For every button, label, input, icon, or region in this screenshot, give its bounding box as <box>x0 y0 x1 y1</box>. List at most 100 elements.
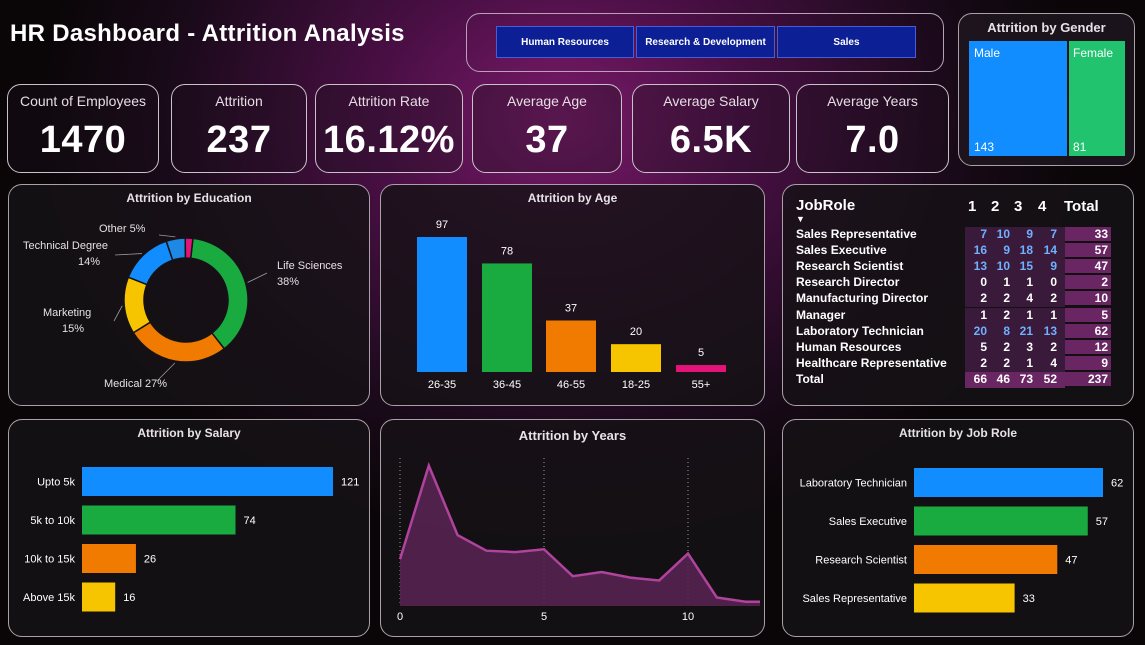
donut-leader-line <box>113 305 123 322</box>
donut-leader-line <box>158 234 176 238</box>
gender-female-tile[interactable]: Female 81 <box>1069 41 1125 156</box>
matrix-cell: 2 <box>1050 291 1057 306</box>
matrix-row: Healthcare Representative 2 2 1 4 9 <box>795 355 1115 372</box>
matrix-role-label: Research Director <box>796 275 900 290</box>
matrix-column-header: 4 <box>1038 198 1047 215</box>
matrix-role-label: Research Scientist <box>796 259 904 274</box>
years-area-fill <box>400 465 760 606</box>
matrix-cell: 4 <box>1050 355 1057 370</box>
matrix-cell: 9 <box>1050 259 1057 274</box>
age-bar[interactable] <box>676 365 726 372</box>
matrix-cell: 5 <box>980 339 987 354</box>
kpi-value: 237 <box>206 119 272 161</box>
matrix-role-label: Laboratory Technician <box>796 323 924 338</box>
donut-slice-life-sciences[interactable] <box>189 237 249 350</box>
salary-category-label: 5k to 10k <box>30 515 75 527</box>
donut-label-pct: 38% <box>277 276 299 288</box>
jobrole-bar[interactable] <box>914 545 1058 574</box>
slicer-button-sales[interactable]: Sales <box>777 26 916 58</box>
matrix-row: Human Resources 5 2 3 2 12 <box>795 339 1115 356</box>
kpi-label: Average Age <box>507 93 587 109</box>
gender-male-label: Male <box>974 46 1001 60</box>
age-bar[interactable] <box>611 344 661 372</box>
matrix-role-label: Manufacturing Director <box>796 291 929 306</box>
jobrole-category-label: Laboratory Technician <box>800 478 907 490</box>
attrition-by-education-panel: Attrition by Education Life Sciences 38% M… <box>8 184 370 406</box>
donut-slice-marketing[interactable] <box>123 276 152 334</box>
gender-female-value: 81 <box>1073 140 1087 154</box>
matrix-row: Research Director 0 1 1 0 2 <box>795 275 1115 292</box>
kpi-value: 7.0 <box>845 119 900 161</box>
donut-slice-medical[interactable] <box>132 321 226 363</box>
donut-label-name: Technical Degree <box>23 240 108 252</box>
donut-slice-technical-degree[interactable] <box>127 240 174 286</box>
matrix-cell: 2 <box>1003 291 1010 306</box>
salary-bar[interactable] <box>82 544 136 573</box>
age-category-label: 55+ <box>692 379 711 391</box>
matrix-cell: 1 <box>1026 355 1033 370</box>
matrix-cell: 1 <box>980 307 987 322</box>
matrix-row-total: 5 <box>1065 307 1111 322</box>
age-bar[interactable] <box>417 237 467 372</box>
slicer-button-research-development[interactable]: Research & Development <box>636 26 775 58</box>
donut-label-name: Marketing <box>43 307 91 319</box>
jobrole-bar[interactable] <box>914 468 1103 497</box>
donut-leader-line <box>247 272 268 283</box>
age-bar-value: 37 <box>565 303 577 315</box>
matrix-row-total: 62 <box>1065 323 1111 338</box>
donut-slice-below-college[interactable] <box>184 237 194 260</box>
kpi-average-salary: Average Salary 6.5K <box>632 84 790 173</box>
salary-bar[interactable] <box>82 467 333 496</box>
matrix-cell: 1 <box>1026 275 1033 290</box>
slicer-button-human-resources[interactable]: Human Resources <box>496 26 634 58</box>
kpi-label: Attrition Rate <box>348 93 430 109</box>
kpi-count-of-employees: Count of Employees 1470 <box>7 84 159 173</box>
matrix-cell: 7 <box>1050 227 1057 241</box>
years-area-chart: 0 5 10 <box>397 458 760 623</box>
matrix-row-total: 33 <box>1065 227 1111 241</box>
donut-label: Other 5% <box>99 223 146 235</box>
matrix-row-total: 2 <box>1065 275 1111 290</box>
sort-caret-icon[interactable]: ▼ <box>796 214 805 224</box>
matrix-cell: 2 <box>1003 339 1010 354</box>
department-slicer: Human Resources Research & Development S… <box>466 13 944 72</box>
education-donut-chart: Life Sciences 38% Medical 27% Marketing 15% T… <box>23 223 343 390</box>
panel-title: Attrition by Gender <box>987 20 1106 35</box>
matrix-row: Sales Representative 7 10 9 7 33 <box>795 227 1115 243</box>
kpi-attrition: Attrition 237 <box>171 84 307 173</box>
years-tick-label: 5 <box>541 611 547 623</box>
kpi-value: 16.12% <box>323 119 455 161</box>
matrix-header-jobrole: JobRole <box>796 197 856 214</box>
age-category-label: 46-55 <box>557 379 585 391</box>
matrix-cell: 3 <box>1026 339 1033 354</box>
jobrole-bar[interactable] <box>914 506 1088 536</box>
attrition-by-age-panel: Attrition by Age 97 26-35 78 36-45 37 46-55 20… <box>380 184 765 406</box>
matrix-cell: 9 <box>1003 243 1010 258</box>
matrix-total-label: Total <box>796 371 824 386</box>
matrix-role-label: Sales Representative <box>796 227 917 241</box>
jobrole-bar-value: 33 <box>1023 593 1035 605</box>
matrix-row-total: 47 <box>1065 259 1111 274</box>
kpi-label: Average Salary <box>663 93 759 109</box>
matrix-cell: 4 <box>1026 291 1033 306</box>
jobrole-bar-value: 57 <box>1096 516 1108 528</box>
age-bar[interactable] <box>546 320 596 372</box>
matrix-cell: 21 <box>1019 323 1033 338</box>
salary-bar-value: 26 <box>144 554 156 566</box>
jobrole-bar[interactable] <box>914 583 1015 613</box>
matrix-row: Research Scientist 13 10 15 9 47 <box>795 259 1115 276</box>
age-bar-value: 97 <box>436 219 448 231</box>
kpi-value: 1470 <box>39 119 127 161</box>
matrix-row: Sales Executive 16 9 18 14 57 <box>795 243 1115 260</box>
matrix-cell: 14 <box>1043 243 1057 258</box>
age-bar-value: 78 <box>501 245 513 257</box>
age-bar[interactable] <box>482 263 532 372</box>
gender-male-tile[interactable]: Male 143 <box>969 41 1067 156</box>
salary-bar[interactable] <box>82 582 116 612</box>
jobrole-category-label: Sales Representative <box>802 593 907 605</box>
jobrole-category-label: Research Scientist <box>815 555 907 567</box>
salary-bar[interactable] <box>82 505 236 535</box>
matrix-cell: 1 <box>1003 275 1010 290</box>
salary-category-label: 10k to 15k <box>24 554 75 566</box>
kpi-value: 6.5K <box>669 119 753 161</box>
